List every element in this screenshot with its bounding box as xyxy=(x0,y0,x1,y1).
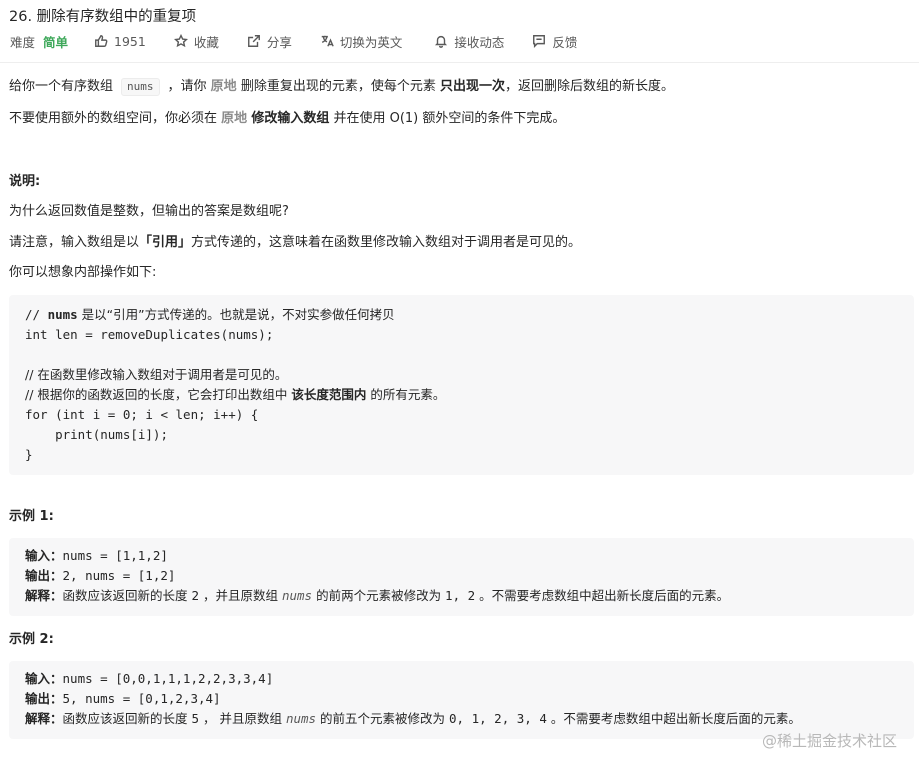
code-line: int len = removeDuplicates(nums); xyxy=(25,327,274,342)
text: 删除重复出现的元素，使每个元素 xyxy=(240,79,436,94)
label: 解释： xyxy=(25,711,63,726)
problem-toolbar: 难度 简单 1951 收藏 分享 切换为英文 接收动态 反馈 xyxy=(10,32,577,50)
value: nums = [0,0,1,1,1,2,2,3,3,4] xyxy=(62,671,274,686)
example-2-block: 输入：nums = [0,0,1,1,1,2,2,3,3,4] 输出：5, nu… xyxy=(9,661,914,739)
value: 5, nums = [0,1,2,3,4] xyxy=(62,691,221,706)
share-button[interactable]: 分享 xyxy=(247,32,292,51)
code-line: print(nums[i]); xyxy=(25,427,168,442)
description-paragraph-1: 给你一个有序数组 nums ，请你 原地 删除重复出现的元素，使每个元素 只出现一次… xyxy=(9,78,674,96)
note-line-3: 你可以想象内部操作如下: xyxy=(9,265,157,280)
label: 输入： xyxy=(25,671,63,686)
code-line: // 在函数里修改输入数组对于调用者是可见的。 xyxy=(25,367,288,382)
text: 。不需要考虑数组中超出新长度后面的元素。 xyxy=(475,588,730,603)
difficulty-badge: 简单 xyxy=(43,34,69,50)
example-1-heading: 示例 1: xyxy=(9,509,54,524)
share-label: 分享 xyxy=(266,34,292,50)
thumbs-up-icon xyxy=(95,35,108,47)
subscribe-button[interactable]: 接收动态 xyxy=(434,32,504,51)
favorite-label: 收藏 xyxy=(193,34,219,50)
text: ，并且原数组 xyxy=(199,588,282,603)
switch-language-label: 切换为英文 xyxy=(339,34,403,50)
example-2-heading: 示例 2: xyxy=(9,632,54,647)
example-explanation: 解释：函数应该返回新的长度 5 ， 并且原数组 nums 的前五个元素被修改为 … xyxy=(25,710,801,728)
text: 的所有元素。 xyxy=(366,387,446,402)
header-divider xyxy=(0,62,919,63)
bold-text: 「引用」 xyxy=(139,235,192,250)
feedback-button[interactable]: 反馈 xyxy=(532,32,577,51)
value: nums xyxy=(285,711,317,726)
description-paragraph-2: 不要使用额外的数组空间，你必须在 原地 修改输入数组 并在使用 O(1) 额外空… xyxy=(9,110,565,128)
label: 解释： xyxy=(25,588,63,603)
example-output: 输出：2, nums = [1,2] xyxy=(25,567,175,585)
favorite-button[interactable]: 收藏 xyxy=(173,32,219,51)
problem-title: 26. 删除有序数组中的重复项 xyxy=(9,9,197,25)
note-heading: 说明: xyxy=(9,174,41,189)
label: 输出： xyxy=(25,568,63,583)
like-count: 1951 xyxy=(114,33,146,49)
value: 0, 1, 2, 3, 4 xyxy=(449,711,547,726)
value: 5 xyxy=(191,711,200,726)
example-input: 输入：nums = [1,1,2] xyxy=(25,547,168,565)
text: 。不需要考虑数组中超出新长度后面的元素。 xyxy=(546,711,801,726)
star-icon xyxy=(173,34,188,48)
text: // xyxy=(25,307,48,322)
like-button[interactable]: 1951 xyxy=(94,34,146,49)
bold-text: 修改输入数组 xyxy=(251,111,330,126)
difficulty-label: 难度 xyxy=(10,34,36,50)
text: 方式传递的，这意味着在函数里修改输入数组对于调用者是可见的。 xyxy=(191,235,582,250)
example-input: 输入：nums = [0,0,1,1,1,2,2,3,3,4] xyxy=(25,670,273,688)
example-explanation: 解释：函数应该返回新的长度 2 ，并且原数组 nums 的前两个元素被修改为 1… xyxy=(25,587,729,605)
value: nums xyxy=(281,588,313,603)
feedback-icon xyxy=(533,35,546,48)
code-line: // 根据你的函数返回的长度，它会打印出数组中 该长度范围内 的所有元素。 xyxy=(25,386,445,404)
label: 输入： xyxy=(25,548,63,563)
code-line: // nums 是以“引用”方式传递的。也就是说，不对实参做任何拷贝 xyxy=(25,306,395,324)
feedback-label: 反馈 xyxy=(552,34,578,50)
bold-text: nums xyxy=(47,307,78,322)
text: 的前两个元素被修改为 xyxy=(312,588,446,603)
value: nums = [1,1,2] xyxy=(62,548,168,563)
bold-text: 该长度范围内 xyxy=(291,387,367,402)
switch-language-button[interactable]: 切换为英文 xyxy=(320,32,403,51)
value: 2 xyxy=(191,588,200,603)
text: // 根据你的函数返回的长度，它会打印出数组中 xyxy=(25,387,292,402)
label: 输出： xyxy=(25,691,63,706)
note-line-2: 请注意，输入数组是以「引用」方式传递的，这意味着在函数里修改输入数组对于调用者是… xyxy=(9,234,581,252)
text: 请注意，输入数组是以 xyxy=(9,235,140,250)
text: 函数应该返回新的长度 xyxy=(62,711,192,726)
watermark: @稀土掘金技术社区 xyxy=(761,732,897,750)
text: 函数应该返回新的长度 xyxy=(62,588,192,603)
code-block: // nums 是以“引用”方式传递的。也就是说，不对实参做任何拷贝 int l… xyxy=(9,295,914,475)
bold-text: 只出现一次 xyxy=(439,79,505,94)
text: 不要使用额外的数组空间，你必须在 xyxy=(9,111,218,126)
note-line-1: 为什么返回数值是整数，但输出的答案是数组呢? xyxy=(9,204,289,219)
value: 1, 2 xyxy=(445,588,476,603)
code-line: for (int i = 0; i < len; i++) { xyxy=(25,407,259,422)
example-1-block: 输入：nums = [1,1,2] 输出：2, nums = [1,2] 解释：… xyxy=(9,538,914,616)
share-icon xyxy=(247,35,260,47)
highlight-in-place: 原地 xyxy=(221,111,248,126)
text: ，返回删除后数组的新长度。 xyxy=(505,79,675,94)
highlight-in-place: 原地 xyxy=(210,79,237,94)
text: ， 并且原数组 xyxy=(199,711,286,726)
text: 并在使用 O(1) 额外空间的条件下完成。 xyxy=(333,111,566,126)
example-output: 输出：5, nums = [0,1,2,3,4] xyxy=(25,690,221,708)
text: 给你一个有序数组 xyxy=(9,79,114,94)
bell-icon xyxy=(435,35,448,48)
inline-code-nums: nums xyxy=(121,78,160,96)
text: 的前五个元素被修改为 xyxy=(316,711,450,726)
text: ，请你 xyxy=(167,79,207,94)
subscribe-label: 接收动态 xyxy=(454,34,505,50)
code-line: } xyxy=(25,447,33,462)
translate-icon xyxy=(321,35,334,47)
text: 是以“引用”方式传递的。也就是说，不对实参做任何拷贝 xyxy=(77,307,395,322)
value: 2, nums = [1,2] xyxy=(62,568,176,583)
